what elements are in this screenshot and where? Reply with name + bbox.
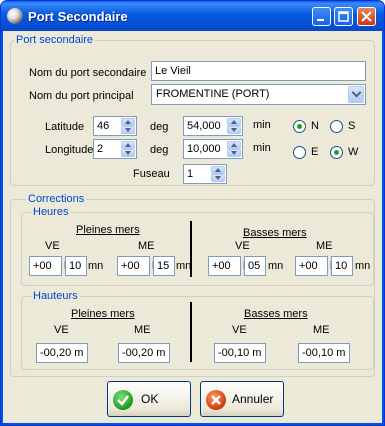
latitude-deg-unit: deg (150, 121, 169, 133)
close-icon (361, 11, 372, 22)
ok-label: OK (141, 392, 159, 406)
fuseau-spinner[interactable]: 1 (183, 164, 227, 184)
heures-basses-label: Basses mers (243, 227, 307, 239)
title-bar[interactable]: Port Secondaire (1, 1, 384, 31)
spin-down-icon[interactable] (227, 149, 241, 157)
heures-basses-ve-label: VE (235, 240, 250, 252)
cancel-x-icon (206, 390, 226, 410)
spin-up-icon[interactable] (121, 118, 135, 126)
app-globe-icon (7, 8, 23, 24)
heures-basses-me-sign-input[interactable]: +00 (295, 256, 328, 276)
east-label: E (311, 146, 319, 158)
hauteurs-pleines-ve-input[interactable]: -00,20 m (36, 343, 88, 363)
principal-port-value: FROMENTINE (PORT) (156, 88, 270, 100)
dialog-window: Port Secondaire Port secondaire Nom du p… (0, 0, 385, 426)
longitude-deg-spinner[interactable]: 2 (93, 139, 137, 159)
minutes-unit: mn (268, 260, 284, 272)
minutes-unit: mn (355, 260, 371, 272)
chevron-down-icon[interactable] (348, 86, 364, 103)
minutes-unit: mn (88, 260, 104, 272)
minimize-button[interactable] (312, 7, 331, 26)
heures-pleines-ve-label: VE (45, 240, 60, 252)
north-radio[interactable] (293, 120, 306, 133)
longitude-min-unit: min (253, 142, 271, 154)
latitude-deg-spinner[interactable]: 46 (93, 116, 137, 136)
check-icon (113, 390, 133, 410)
longitude-deg-unit: deg (150, 144, 169, 156)
heures-basses-ve-sign-input[interactable]: +00 (208, 256, 241, 276)
south-radio[interactable] (330, 120, 343, 133)
heures-basses-me-label: ME (316, 240, 333, 252)
fuseau-label: Fuseau (133, 168, 170, 180)
north-label: N (311, 120, 319, 132)
hauteurs-basses-me-label: ME (313, 324, 330, 336)
minutes-unit: mn (176, 260, 192, 272)
secondary-port-label: Nom du port secondaire (29, 67, 147, 79)
fuseau-value: 1 (187, 168, 194, 180)
cancel-button[interactable]: Annuler (200, 381, 284, 417)
hauteurs-basses-me-input[interactable]: -00,10 m (298, 343, 350, 363)
longitude-label: Longitude (45, 144, 94, 156)
principal-port-label: Nom du port principal (29, 90, 134, 102)
principal-port-select[interactable]: FROMENTINE (PORT) (151, 84, 366, 105)
hauteurs-pleines-me-input[interactable]: -00,20 m (118, 343, 170, 363)
heures-basses-ve-min-input[interactable]: 05 (244, 256, 266, 276)
ok-button[interactable]: OK (107, 381, 191, 417)
longitude-deg-value: 2 (97, 143, 104, 155)
longitude-min-spinner[interactable]: 10,000 (183, 139, 243, 159)
spin-up-icon[interactable] (227, 141, 241, 149)
longitude-min-value: 10,000 (187, 143, 221, 155)
heures-pleines-label: Pleines mers (76, 224, 140, 236)
heures-pleines-me-sign-input[interactable]: +00 (117, 256, 150, 276)
hauteurs-group-label: Hauteurs (31, 290, 80, 303)
heures-pleines-ve-min-input[interactable]: 10 (65, 256, 87, 276)
window-title: Port Secondaire (28, 9, 128, 24)
west-label: W (348, 146, 359, 158)
latitude-min-value: 54,000 (187, 120, 221, 132)
heures-pleines-me-min-input[interactable]: 15 (153, 256, 175, 276)
maximize-icon (338, 11, 349, 22)
hauteurs-pleines-label: Pleines mers (71, 308, 135, 320)
hauteurs-pleines-ve-label: VE (54, 324, 69, 336)
heures-pleines-me-label: ME (138, 240, 155, 252)
latitude-min-spinner[interactable]: 54,000 (183, 116, 243, 136)
close-button[interactable] (357, 7, 376, 26)
hauteurs-basses-ve-label: VE (232, 324, 247, 336)
east-radio[interactable] (293, 146, 306, 159)
corrections-group-label: Corrections (26, 193, 87, 206)
secondary-port-input[interactable]: Le Vieil (151, 61, 366, 81)
heures-basses-me-min-input[interactable]: 10 (331, 256, 353, 276)
cancel-label: Annuler (232, 392, 274, 406)
minimize-icon (317, 19, 324, 21)
hauteurs-basses-ve-input[interactable]: -00,10 m (214, 343, 266, 363)
spin-up-icon[interactable] (227, 118, 241, 126)
hauteurs-divider (190, 302, 192, 362)
port-group-label: Port secondaire (14, 34, 96, 47)
heures-group-label: Heures (31, 206, 71, 219)
latitude-min-unit: min (253, 119, 271, 131)
west-radio[interactable] (330, 146, 343, 159)
spin-up-icon[interactable] (211, 166, 225, 174)
spin-down-icon[interactable] (121, 149, 135, 157)
spin-down-icon[interactable] (121, 126, 135, 134)
hauteurs-pleines-me-label: ME (134, 324, 151, 336)
latitude-deg-value: 46 (97, 120, 110, 132)
spin-down-icon[interactable] (227, 126, 241, 134)
heures-pleines-ve-sign-input[interactable]: +00 (29, 256, 62, 276)
spin-up-icon[interactable] (121, 141, 135, 149)
south-label: S (348, 120, 356, 132)
maximize-button[interactable] (334, 7, 353, 26)
spin-down-icon[interactable] (211, 174, 225, 182)
dialog-body: Port secondaire Nom du port secondaire L… (4, 31, 381, 422)
latitude-label: Latitude (45, 121, 85, 133)
hauteurs-basses-label: Basses mers (244, 308, 308, 320)
